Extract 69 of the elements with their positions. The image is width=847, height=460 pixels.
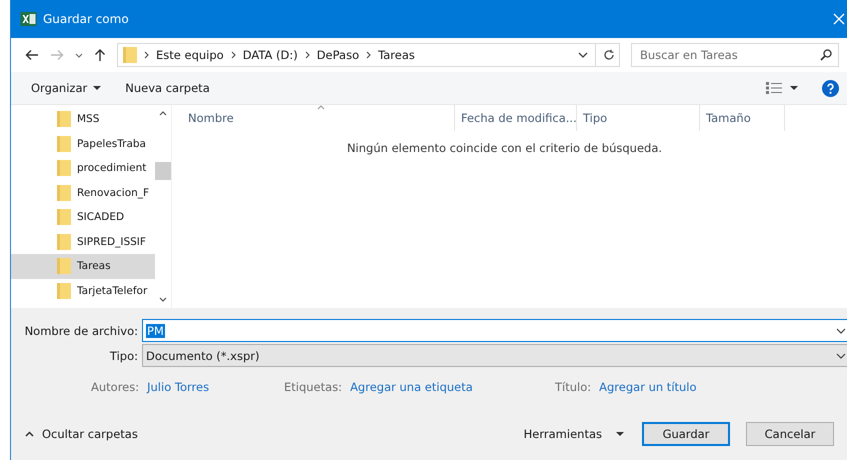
back-arrow-icon[interactable] (25, 49, 39, 61)
cancel-button[interactable]: Cancelar (746, 422, 834, 446)
folder-tree-item[interactable]: SIPRED_ISSIF (11, 230, 155, 254)
breadcrumb[interactable]: Tareas (378, 48, 415, 62)
folder-icon (57, 209, 71, 226)
metadata-link[interactable]: Julio Torres (147, 380, 210, 394)
folder-tree-item[interactable]: Renovacion_F (11, 180, 155, 205)
metadata-label: Autores: (91, 380, 140, 394)
chevron-down-icon[interactable] (578, 52, 588, 58)
chevron-down-icon[interactable] (75, 52, 83, 58)
column-header[interactable]: Nombre (172, 105, 455, 131)
folder-tree-item[interactable]: Tareas (11, 254, 155, 278)
folder-icon (57, 282, 71, 299)
metadata-link[interactable]: Agregar un título (599, 380, 697, 394)
organize-button[interactable]: Organizar (23, 77, 110, 99)
folder-tree-item[interactable]: PapelesTraba (11, 132, 155, 156)
type-label: Tipo: (108, 348, 139, 362)
spreadsheet-app-icon (20, 12, 37, 26)
column-header[interactable]: Tamaño (700, 105, 785, 131)
close-icon[interactable] (833, 13, 845, 25)
folder-icon (57, 184, 71, 201)
scroll-up-icon[interactable] (159, 111, 167, 116)
type-dropdown[interactable]: Documento (*.xspr) (142, 344, 847, 367)
search-field[interactable]: Buscar en Tareas (631, 43, 839, 67)
caret-icon[interactable] (790, 86, 798, 90)
address-bar[interactable]: Este equipo DATA (D:) DePaso Tareas (117, 43, 620, 67)
view-list-icon[interactable] (766, 82, 782, 94)
folder-icon (123, 47, 137, 63)
window-title: Guardar como (43, 12, 129, 26)
folder-icon (57, 160, 71, 176)
chevron-up-icon (25, 431, 34, 437)
help-icon[interactable] (822, 80, 839, 96)
breadcrumb[interactable]: DePaso (316, 48, 360, 62)
chevron-right-icon (366, 51, 372, 59)
chevron-right-icon (230, 51, 236, 59)
refresh-icon[interactable] (603, 49, 615, 61)
folder-icon (57, 258, 71, 274)
folder-tree-item[interactable]: MSS (11, 107, 155, 132)
chevron-right-icon (144, 51, 149, 59)
column-header[interactable]: Fecha de modifica... (455, 105, 577, 131)
chevron-down-icon (836, 328, 846, 334)
new-folder-button[interactable]: Nueva carpeta (117, 77, 218, 99)
metadata-label: Título: (555, 380, 592, 394)
folder-icon (57, 234, 71, 250)
folder-icon (57, 136, 71, 152)
folder-tree-item[interactable]: procedimient (11, 156, 155, 180)
caret-icon (93, 86, 102, 90)
scroll-down-icon[interactable] (159, 297, 167, 302)
folder-icon (57, 111, 71, 128)
column-header[interactable]: Tipo (577, 105, 700, 131)
folder-tree-item[interactable]: TarjetaTelefor (11, 278, 155, 303)
metadata-link[interactable]: Agregar una etiqueta (350, 380, 473, 394)
folder-tree-item[interactable]: SICADED (11, 205, 155, 230)
hide-folders-button[interactable]: Ocultar carpetas (11, 423, 144, 445)
breadcrumb[interactable]: Este equipo (156, 48, 224, 62)
breadcrumb[interactable]: DATA (D:) (242, 48, 298, 62)
filename-label: Nombre de archivo: (24, 324, 139, 338)
metadata-label: Etiquetas: (284, 380, 342, 394)
scroll-thumb[interactable] (155, 162, 171, 180)
empty-message: Ningún elemento coincide con el criterio de búsqueda. (346, 141, 664, 155)
up-arrow-icon[interactable] (94, 48, 106, 62)
sort-caret-icon (317, 105, 325, 110)
search-icon (820, 49, 832, 61)
chevron-down-icon (836, 352, 846, 358)
tools-button[interactable]: Herramientas (522, 423, 626, 445)
filename-field[interactable]: PM (142, 319, 847, 342)
caret-icon (616, 432, 624, 436)
chevron-right-icon (304, 51, 310, 59)
save-button[interactable]: Guardar (642, 422, 730, 446)
